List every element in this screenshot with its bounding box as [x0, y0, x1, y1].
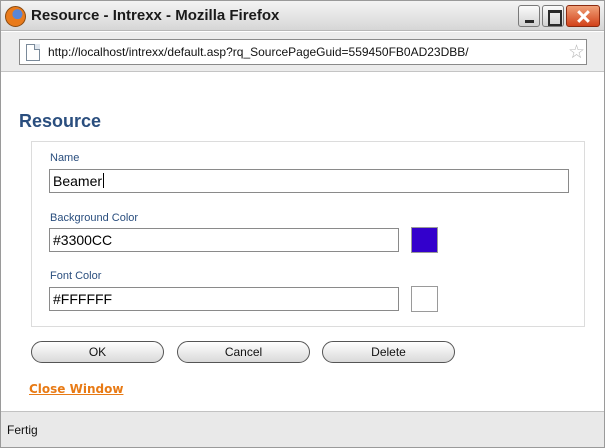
- bookmark-star-icon[interactable]: ☆: [568, 42, 585, 62]
- background-color-field[interactable]: #3300CC: [49, 228, 399, 252]
- url-field[interactable]: http://localhost/intrexx/default.asp?rq_…: [19, 39, 587, 65]
- url-text: http://localhost/intrexx/default.asp?rq_…: [48, 45, 469, 59]
- minimize-button[interactable]: [518, 5, 540, 27]
- cancel-button[interactable]: Cancel: [177, 341, 310, 363]
- resource-fieldset: Name Beamer Background Color #3300CC Fon…: [31, 141, 585, 327]
- maximize-button[interactable]: [542, 5, 564, 27]
- text-cursor: [103, 173, 105, 188]
- background-color-swatch[interactable]: [411, 227, 438, 253]
- font-color-field[interactable]: #FFFFFF: [49, 287, 399, 311]
- name-field[interactable]: Beamer: [49, 169, 569, 193]
- address-bar: http://localhost/intrexx/default.asp?rq_…: [1, 32, 604, 72]
- background-color-label: Background Color: [50, 212, 139, 224]
- font-color-label: Font Color: [50, 270, 102, 282]
- name-label: Name: [50, 152, 80, 164]
- close-window-link[interactable]: Close Window: [29, 382, 123, 396]
- name-value: Beamer: [53, 173, 103, 189]
- font-color-swatch[interactable]: [411, 286, 438, 312]
- close-button[interactable]: [566, 5, 600, 27]
- status-bar: Fertig: [1, 411, 604, 447]
- status-text: Fertig: [7, 423, 38, 437]
- firefox-icon: [5, 6, 26, 27]
- page-title: Resource: [19, 111, 102, 131]
- background-color-value: #3300CC: [53, 232, 113, 248]
- ok-button[interactable]: OK: [31, 341, 164, 363]
- page-icon: [26, 44, 40, 61]
- delete-button[interactable]: Delete: [322, 341, 455, 363]
- window-title: Resource - Intrexx - Mozilla Firefox: [31, 7, 280, 24]
- page-content: Resource Name Beamer Background Color #3…: [1, 73, 604, 411]
- font-color-value: #FFFFFF: [53, 291, 113, 307]
- browser-window: Resource - Intrexx - Mozilla Firefox htt…: [0, 0, 605, 448]
- title-bar[interactable]: Resource - Intrexx - Mozilla Firefox: [1, 1, 604, 31]
